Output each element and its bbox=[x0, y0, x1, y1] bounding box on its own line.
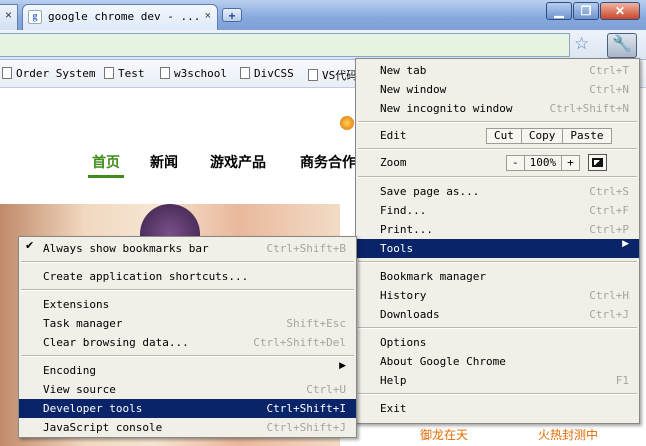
menu-separator bbox=[21, 289, 354, 291]
edit-button-group: Cut Copy Paste bbox=[486, 128, 612, 144]
tab-title: google chrome dev - ... bbox=[48, 10, 201, 23]
nav-business[interactable]: 商务合作 bbox=[300, 152, 356, 172]
bookmark-item[interactable]: w3school bbox=[160, 67, 227, 80]
menu-item-new-window[interactable]: New window Ctrl+N bbox=[356, 80, 639, 99]
nav-games[interactable]: 游戏产品 bbox=[210, 152, 266, 172]
google-favicon-icon: g bbox=[28, 10, 42, 24]
close-window-button[interactable]: ✕ bbox=[600, 2, 640, 20]
menu-item-developer-tools[interactable]: Developer tools Ctrl+Shift+I bbox=[19, 399, 356, 418]
menu-item-help[interactable]: Help F1 bbox=[356, 371, 639, 390]
tab-strip: × g google chrome dev - ... × + ▁ ❐ ✕ bbox=[0, 0, 646, 30]
zoom-level: 100% bbox=[523, 156, 562, 170]
menu-separator bbox=[358, 393, 637, 395]
menu-item-create-shortcuts[interactable]: Create application shortcuts... bbox=[19, 267, 356, 286]
menu-item-save-page[interactable]: Save page as... Ctrl+S bbox=[356, 182, 639, 201]
tab-active[interactable]: g google chrome dev - ... × bbox=[22, 4, 218, 30]
nav-active-indicator bbox=[88, 175, 124, 178]
menu-item-show-bookmarks-bar[interactable]: ✔ Always show bookmarks bar Ctrl+Shift+B bbox=[19, 239, 356, 258]
menu-item-print[interactable]: Print... Ctrl+P bbox=[356, 220, 639, 239]
menu-item-edit: Edit Cut Copy Paste bbox=[356, 126, 639, 145]
bookmark-item[interactable]: Order System bbox=[2, 67, 95, 80]
wrench-menu-button[interactable]: 🔧 bbox=[607, 33, 637, 58]
menu-item-zoom: Zoom - 100% + bbox=[356, 153, 639, 172]
bookmark-item[interactable]: DivCSS bbox=[240, 67, 294, 80]
page-icon bbox=[240, 67, 250, 79]
fullscreen-button[interactable] bbox=[588, 154, 607, 171]
nav-home[interactable]: 首页 bbox=[92, 152, 120, 172]
menu-item-find[interactable]: Find... Ctrl+F bbox=[356, 201, 639, 220]
fullscreen-icon bbox=[592, 158, 603, 167]
zoom-control: - 100% + bbox=[506, 155, 580, 171]
menu-item-bookmark-manager[interactable]: Bookmark manager bbox=[356, 267, 639, 286]
zoom-in-button[interactable]: + bbox=[561, 156, 579, 170]
menu-separator bbox=[21, 355, 354, 357]
menu-separator bbox=[21, 261, 354, 263]
menu-item-encoding[interactable]: Encoding ▶ bbox=[19, 361, 356, 380]
tools-submenu: ✔ Always show bookmarks bar Ctrl+Shift+B C… bbox=[18, 236, 357, 438]
copy-button[interactable]: Copy bbox=[520, 129, 563, 143]
page-icon bbox=[160, 67, 170, 79]
promo-link[interactable]: 御龙在天 bbox=[420, 426, 468, 443]
menu-item-history[interactable]: History Ctrl+H bbox=[356, 286, 639, 305]
menu-item-downloads[interactable]: Downloads Ctrl+J bbox=[356, 305, 639, 324]
wrench-menu: New tab Ctrl+T New window Ctrl+N New incog… bbox=[355, 58, 640, 424]
zoom-out-button[interactable]: - bbox=[507, 156, 524, 170]
menu-separator bbox=[358, 261, 637, 263]
site-logo bbox=[340, 116, 354, 130]
minimize-button[interactable]: ▁ bbox=[546, 2, 572, 20]
new-tab-button[interactable]: + bbox=[222, 8, 242, 23]
page-icon bbox=[104, 67, 114, 79]
menu-separator bbox=[358, 327, 637, 329]
bookmark-star-icon[interactable]: ☆ bbox=[574, 34, 589, 54]
menu-item-view-source[interactable]: View source Ctrl+U bbox=[19, 380, 356, 399]
submenu-arrow-icon: ▶ bbox=[622, 239, 629, 249]
menu-item-clear-browsing-data[interactable]: Clear browsing data... Ctrl+Shift+Del bbox=[19, 333, 356, 352]
menu-separator bbox=[358, 121, 637, 123]
menu-separator bbox=[358, 148, 637, 150]
submenu-arrow-icon: ▶ bbox=[339, 361, 346, 371]
menu-item-options[interactable]: Options bbox=[356, 333, 639, 352]
bookmark-item[interactable]: VS代码 bbox=[308, 67, 357, 83]
page-icon bbox=[308, 69, 318, 81]
menu-item-new-tab[interactable]: New tab Ctrl+T bbox=[356, 61, 639, 80]
window-controls: ▁ ❐ ✕ bbox=[545, 2, 640, 22]
cut-button[interactable]: Cut bbox=[487, 129, 521, 143]
page-icon bbox=[2, 67, 12, 79]
bookmark-item[interactable]: Test bbox=[104, 67, 145, 80]
close-icon[interactable]: × bbox=[205, 10, 211, 22]
wrench-icon: 🔧 bbox=[612, 34, 632, 53]
maximize-button[interactable]: ❐ bbox=[573, 2, 599, 20]
checkmark-icon: ✔ bbox=[25, 239, 35, 252]
menu-item-task-manager[interactable]: Task manager Shift+Esc bbox=[19, 314, 356, 333]
menu-item-exit[interactable]: Exit bbox=[356, 399, 639, 418]
toolbar bbox=[0, 30, 646, 60]
menu-item-tools[interactable]: Tools ▶ bbox=[356, 239, 639, 258]
menu-item-about[interactable]: About Google Chrome bbox=[356, 352, 639, 371]
address-bar[interactable] bbox=[0, 33, 570, 57]
menu-item-javascript-console[interactable]: JavaScript console Ctrl+Shift+J bbox=[19, 418, 356, 437]
menu-item-extensions[interactable]: Extensions bbox=[19, 295, 356, 314]
previous-tab[interactable]: × bbox=[0, 4, 18, 30]
menu-separator bbox=[358, 176, 637, 178]
promo-link[interactable]: 火热封测中 bbox=[538, 426, 598, 443]
menu-item-new-incognito-window[interactable]: New incognito window Ctrl+Shift+N bbox=[356, 99, 639, 118]
nav-news[interactable]: 新闻 bbox=[150, 152, 178, 172]
paste-button[interactable]: Paste bbox=[562, 129, 610, 143]
close-icon[interactable]: × bbox=[5, 8, 12, 22]
